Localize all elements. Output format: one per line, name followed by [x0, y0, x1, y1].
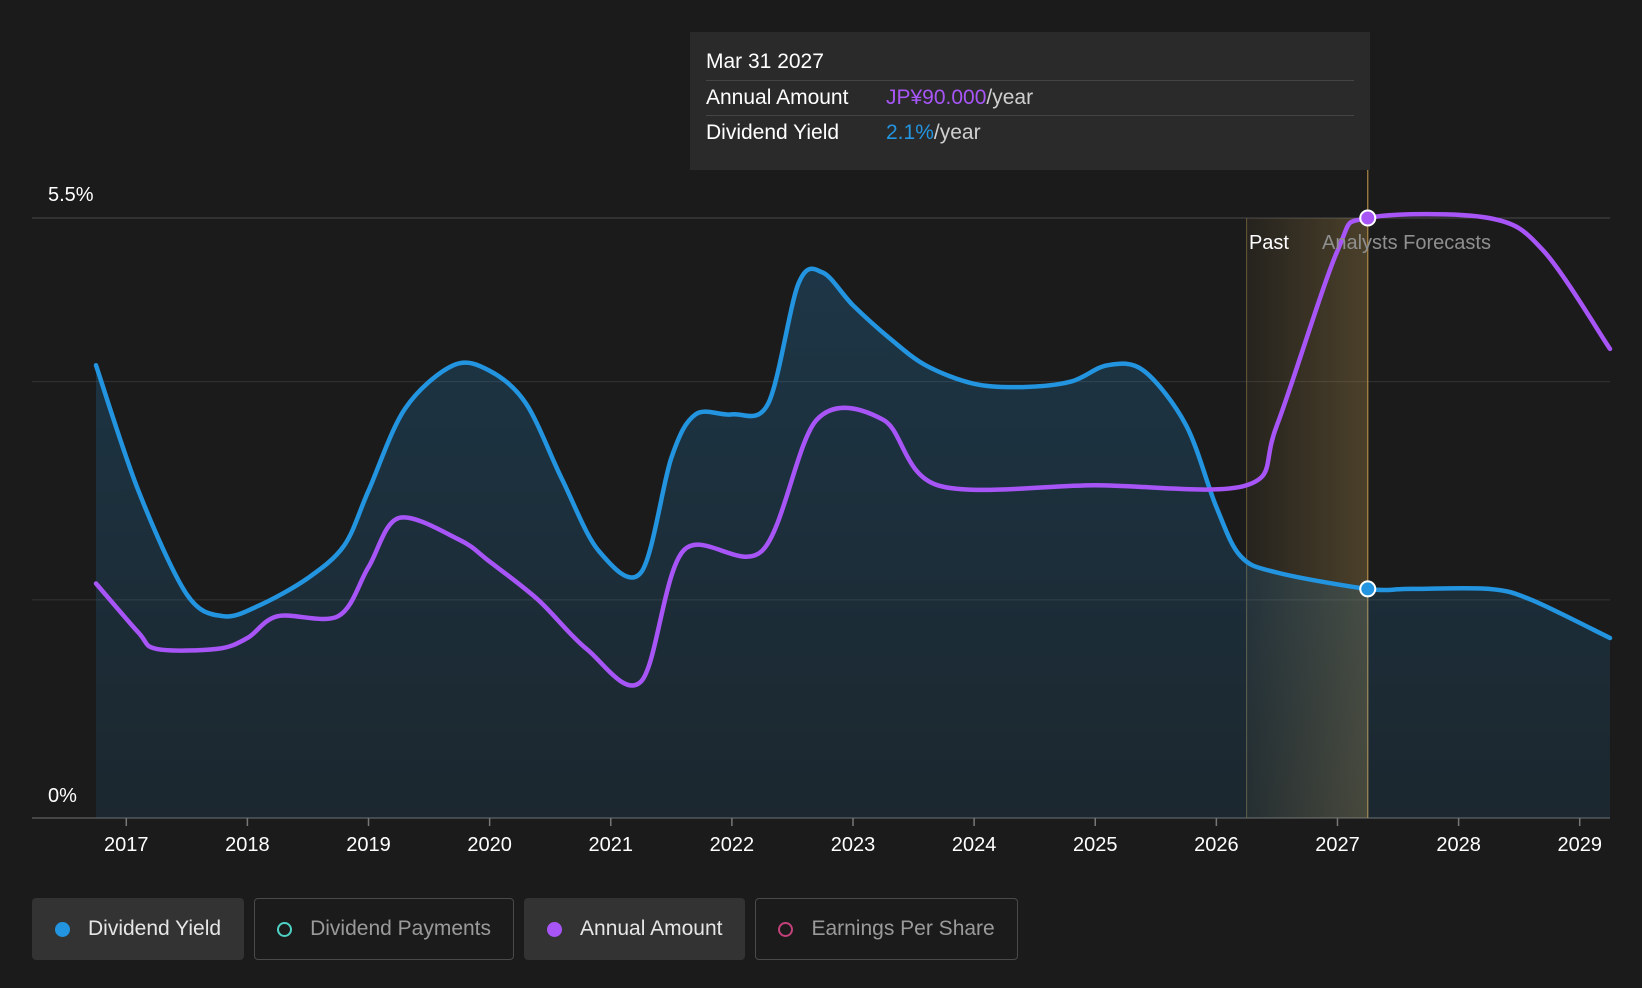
legend-dividend-yield-label: Dividend Yield [88, 917, 222, 940]
dividend-yield-dot-icon [55, 921, 70, 937]
dividend-yield-area [96, 268, 1610, 818]
tooltip-annual-unit: /year [986, 86, 1034, 109]
x-tick-label-2017: 2017 [104, 834, 149, 856]
legend-annual-amount[interactable]: Annual Amount [524, 898, 746, 960]
tooltip-date: Mar 31 2027 [706, 46, 1354, 81]
legend-dividend-yield[interactable]: Dividend Yield [32, 898, 245, 960]
tooltip-yield-row: Dividend Yield 2.1%/year [706, 116, 1354, 150]
legend-earnings-per-share[interactable]: Earnings Per Share [755, 898, 1018, 960]
legend-annual-amount-label: Annual Amount [580, 917, 723, 940]
tooltip-yield-label: Dividend Yield [706, 121, 840, 144]
hover-tooltip: Mar 31 2027 Annual Amount JP¥90.000/year… [690, 32, 1370, 170]
tooltip-annual-row: Annual Amount JP¥90.000/year [706, 81, 1354, 116]
dividend-payments-ring-icon [277, 921, 293, 937]
legend-dividend-payments[interactable]: Dividend Payments [254, 898, 515, 960]
x-tick-label-2028: 2028 [1436, 834, 1481, 856]
tooltip-yield-value: 2.1% [886, 121, 934, 144]
annual-amount-dot-icon [547, 921, 563, 937]
x-tick-label-2022: 2022 [710, 834, 755, 856]
chart-legend: Dividend Yield Dividend Payments Annual … [32, 898, 1018, 960]
x-tick-label-2018: 2018 [225, 834, 270, 856]
x-tick-label-2023: 2023 [831, 834, 876, 856]
x-tick-label-2019: 2019 [346, 834, 391, 856]
x-tick-label-2029: 2029 [1557, 834, 1602, 856]
x-tick-label-2020: 2020 [467, 834, 512, 856]
legend-dividend-payments-label: Dividend Payments [310, 917, 492, 940]
x-tick-label-2021: 2021 [589, 834, 634, 856]
tooltip-annual-value: JP¥90.000 [886, 86, 987, 109]
x-tick-label-2026: 2026 [1194, 834, 1239, 856]
x-tick-label-2025: 2025 [1073, 834, 1118, 856]
tooltip-yield-unit: /year [933, 121, 981, 144]
x-axis: 2017 2018 2019 2020 2021 2022 2023 2024 2025 2026… [104, 818, 1602, 856]
x-tick-label-2027: 2027 [1315, 834, 1360, 856]
x-tick-label-2024: 2024 [952, 834, 997, 856]
y-axis-bottom-label: 0% [48, 785, 77, 807]
yield-area [96, 268, 1610, 818]
forecast-region-label: Analysts Forecasts [1322, 232, 1491, 254]
tooltip-annual-label: Annual Amount [706, 86, 849, 109]
legend-earnings-per-share-label: Earnings Per Share [811, 917, 995, 940]
y-axis-top-label: 5.5% [48, 184, 94, 206]
earnings-per-share-ring-icon [778, 921, 794, 937]
annual-amount-hover-marker [1359, 209, 1377, 227]
dividend-yield-hover-marker [1359, 580, 1377, 598]
past-region-label: Past [1249, 232, 1289, 254]
